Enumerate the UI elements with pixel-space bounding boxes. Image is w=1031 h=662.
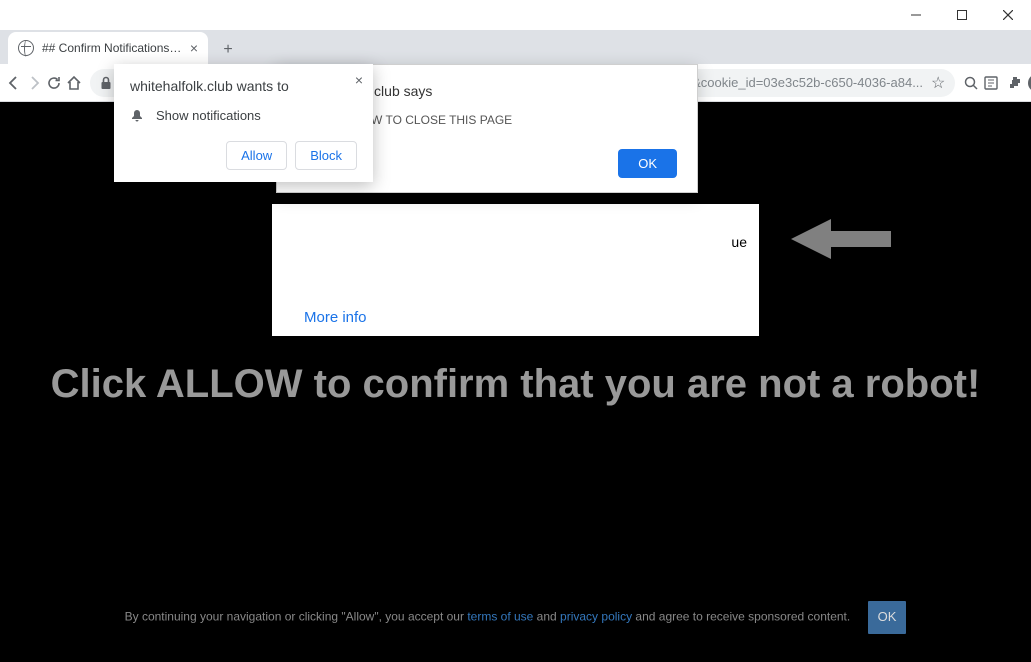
reader-icon[interactable]	[983, 69, 999, 97]
permission-prompt: × whitehalfolk.club wants to Show notifi…	[114, 64, 373, 182]
terms-link[interactable]: terms of use	[467, 610, 533, 624]
forward-button[interactable]	[26, 69, 42, 97]
reload-button[interactable]	[46, 69, 62, 97]
window-maximize-button[interactable]	[939, 0, 985, 30]
permission-item-label: Show notifications	[156, 108, 261, 123]
home-button[interactable]	[66, 69, 82, 97]
footer-pre: By continuing your navigation or clickin…	[125, 610, 468, 624]
permission-allow-button[interactable]: Allow	[226, 141, 287, 170]
zoom-icon[interactable]	[963, 69, 979, 97]
lock-icon	[100, 76, 112, 90]
permission-close-icon[interactable]: ×	[355, 72, 363, 88]
info-panel: ue More info	[272, 204, 759, 336]
permission-item: Show notifications	[130, 108, 357, 123]
window-close-button[interactable]	[985, 0, 1031, 30]
back-button[interactable]	[6, 69, 22, 97]
new-tab-button[interactable]: +	[214, 36, 242, 64]
tab-close-icon[interactable]: ×	[190, 40, 198, 56]
window-minimize-button[interactable]	[893, 0, 939, 30]
privacy-link[interactable]: privacy policy	[560, 610, 632, 624]
alert-ok-button[interactable]: OK	[618, 149, 677, 178]
browser-tab[interactable]: ## Confirm Notifications ## ×	[8, 32, 208, 64]
footer-post: and agree to receive sponsored content.	[632, 610, 850, 624]
panel-fragment-text: ue	[731, 234, 747, 250]
bookmark-star-icon[interactable]: ☆	[931, 73, 945, 93]
footer-and: and	[533, 610, 560, 624]
page-headline: Click ALLOW to confirm that you are not …	[0, 362, 1031, 407]
profile-icon[interactable]	[1027, 69, 1031, 97]
tab-title: ## Confirm Notifications ##	[42, 41, 182, 55]
footer-ok-button[interactable]: OK	[868, 601, 907, 634]
extensions-icon[interactable]	[1007, 69, 1023, 97]
bell-icon	[130, 109, 144, 123]
window-titlebar	[0, 0, 1031, 30]
globe-icon	[18, 40, 34, 56]
permission-block-button[interactable]: Block	[295, 141, 357, 170]
permission-title: whitehalfolk.club wants to	[130, 78, 357, 94]
footer-text: By continuing your navigation or clickin…	[0, 601, 1031, 634]
tab-strip: ## Confirm Notifications ## × +	[0, 30, 1031, 64]
more-info-link[interactable]: More info	[304, 309, 367, 326]
arrow-icon	[791, 214, 891, 264]
